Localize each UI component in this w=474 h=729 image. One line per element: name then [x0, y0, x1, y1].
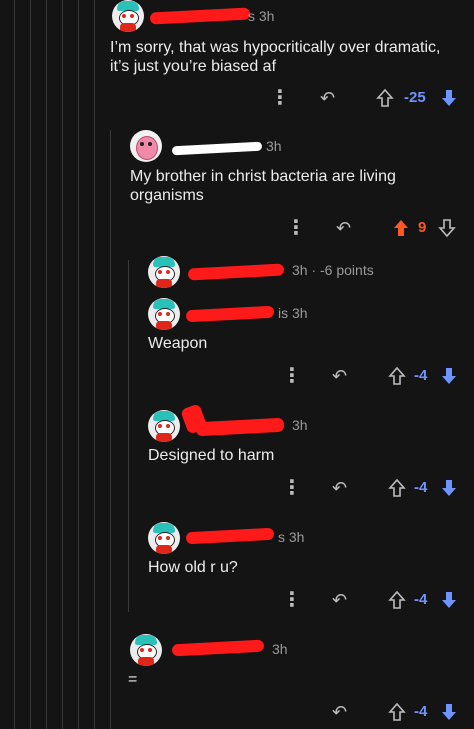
- comment[interactable]: 3h My brother in christ bacteria are liv…: [0, 128, 474, 240]
- comment-body: Designed to harm: [148, 447, 275, 464]
- upvote-icon[interactable]: [388, 478, 406, 498]
- more-options-icon[interactable]: ⋮: [286, 216, 306, 240]
- redacted-username: [185, 527, 275, 545]
- upvote-icon[interactable]: [392, 218, 410, 238]
- downvote-icon[interactable]: [440, 702, 458, 722]
- more-options-icon[interactable]: ⋮: [270, 86, 290, 110]
- avatar[interactable]: [112, 0, 144, 32]
- downvote-icon[interactable]: [440, 478, 458, 498]
- redacted-username: [149, 7, 251, 25]
- reply-icon[interactable]: ↶: [332, 700, 347, 724]
- upvote-icon[interactable]: [388, 366, 406, 386]
- redacted-username: [195, 417, 285, 437]
- comment-body: Weapon: [148, 335, 208, 352]
- comment[interactable]: 3h = ↶ -4: [0, 632, 474, 729]
- redacted-username: [187, 263, 285, 281]
- comment-score: -4: [414, 591, 428, 608]
- comment-body: =: [128, 671, 138, 688]
- downvote-icon[interactable]: [440, 590, 458, 610]
- avatar[interactable]: [148, 410, 180, 442]
- redacted-username: [171, 141, 263, 156]
- comment-thread: s 3h I’m sorry, that was hypocritically …: [0, 0, 474, 729]
- comment-score: 9: [418, 219, 427, 236]
- downvote-icon[interactable]: [440, 88, 458, 108]
- comment[interactable]: s 3h I’m sorry, that was hypocritically …: [0, 0, 474, 110]
- comment-time: 3h: [272, 641, 288, 657]
- comment-time: is 3h: [278, 305, 308, 321]
- downvote-icon[interactable]: [440, 366, 458, 386]
- comment[interactable]: is 3h Weapon ⋮ ↶ -4: [0, 296, 474, 396]
- comment-score: -4: [414, 703, 428, 720]
- comment[interactable]: 3h Designed to harm ⋮ ↶ -4: [0, 403, 474, 508]
- reply-icon[interactable]: ↶: [332, 588, 347, 612]
- comment-body: I’m sorry, that was hypocritically over …: [110, 39, 441, 75]
- collapsed-comment[interactable]: 3h · -6 points: [0, 254, 474, 288]
- redacted-username: [171, 639, 265, 657]
- avatar[interactable]: [148, 298, 180, 330]
- upvote-icon[interactable]: [376, 88, 394, 108]
- redacted-username: [185, 305, 275, 323]
- comment-body: How old r u?: [148, 559, 238, 576]
- reply-icon[interactable]: ↶: [332, 364, 347, 388]
- reply-icon[interactable]: ↶: [320, 86, 335, 110]
- reply-icon[interactable]: ↶: [332, 476, 347, 500]
- avatar[interactable]: [130, 634, 162, 666]
- avatar[interactable]: [130, 130, 162, 162]
- upvote-icon[interactable]: [388, 702, 406, 722]
- comment-body: My brother in christ bacteria are living…: [130, 168, 396, 204]
- more-options-icon[interactable]: ⋮: [282, 476, 302, 500]
- downvote-icon[interactable]: [438, 218, 456, 238]
- comment[interactable]: s 3h How old r u? ⋮ ↶ -4: [0, 520, 474, 620]
- comment-score: -25: [404, 89, 426, 106]
- comment-score: -4: [414, 479, 428, 496]
- more-options-icon[interactable]: ⋮: [282, 588, 302, 612]
- reply-icon[interactable]: ↶: [336, 216, 351, 240]
- avatar[interactable]: [148, 522, 180, 554]
- comment-time: 3h: [292, 417, 308, 433]
- avatar[interactable]: [148, 256, 180, 288]
- more-options-icon[interactable]: ⋮: [282, 364, 302, 388]
- comment-time: s 3h: [248, 8, 275, 24]
- comment-time: 3h · -6 points: [292, 262, 374, 278]
- upvote-icon[interactable]: [388, 590, 406, 610]
- comment-score: -4: [414, 367, 428, 384]
- comment-time: 3h: [266, 138, 282, 154]
- comment-time: s 3h: [278, 529, 305, 545]
